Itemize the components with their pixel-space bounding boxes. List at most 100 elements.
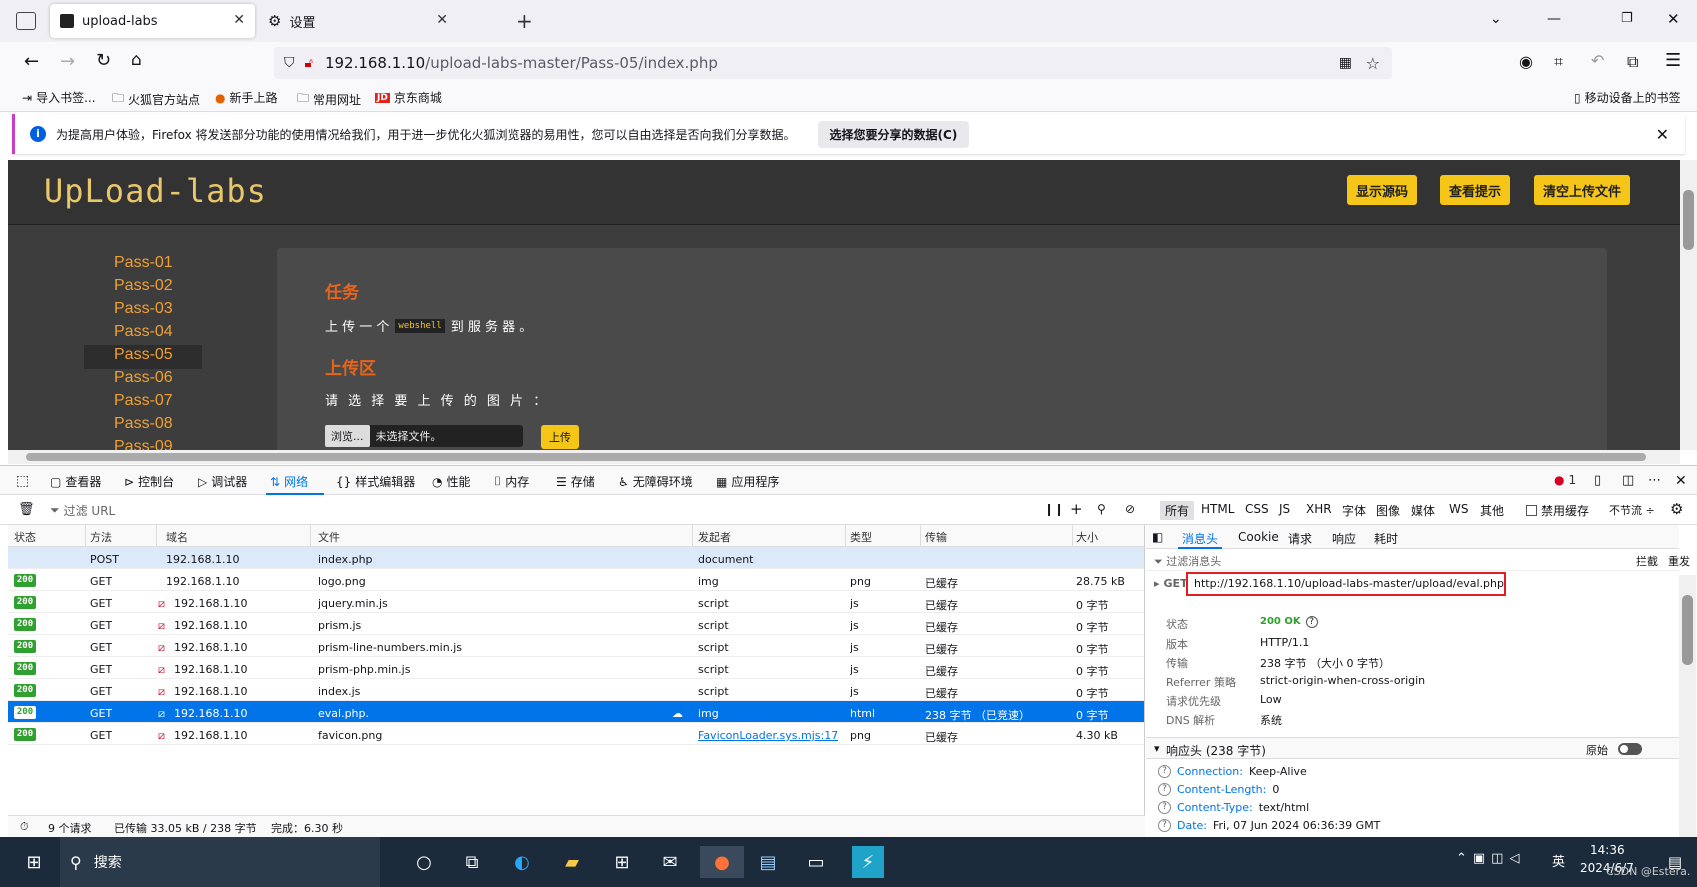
help-icon[interactable]: ? (1305, 616, 1318, 628)
col-domain[interactable]: 域名 (166, 529, 188, 545)
window-close-icon[interactable]: ✕ (1667, 10, 1680, 28)
col-transfer[interactable]: 传输 (925, 529, 947, 545)
undo-icon[interactable]: ↶ (1591, 51, 1604, 70)
url-bar[interactable]: ⛉ 🔓︎ 192.168.1.10/upload-labs-master/Pas… (274, 47, 1392, 79)
account-icon[interactable]: ◉ (1519, 52, 1533, 71)
throttle-select[interactable]: 不节流 ÷ (1609, 502, 1655, 518)
qr-code-icon[interactable]: ▦ (1339, 55, 1352, 71)
request-url[interactable]: http://192.168.1.10/upload-labs-master/u… (1186, 572, 1506, 596)
store-icon[interactable]: ⊞ (606, 846, 638, 878)
pass-link[interactable]: Pass-04 (114, 323, 173, 341)
tab-headers[interactable]: 消息头 (1182, 530, 1218, 547)
more-options-icon[interactable]: ⋯ (1648, 473, 1661, 488)
tab-accessibility[interactable]: ♿︎ 无障碍环境 (618, 473, 693, 490)
show-source-button[interactable]: 显示源码 (1347, 175, 1417, 205)
menu-icon[interactable]: ☰ (1665, 50, 1681, 71)
filter-fonts[interactable]: 字体 (1342, 502, 1366, 519)
new-tab-icon[interactable]: + (516, 9, 533, 33)
tray-icons[interactable]: ⌃▣◫◁ (1456, 851, 1525, 866)
upload-button[interactable]: 上传 (541, 425, 579, 449)
clock-time[interactable]: 14:36 (1590, 843, 1625, 857)
pass-link-active[interactable]: Pass-05 (114, 346, 173, 364)
scroll-thumb[interactable] (1683, 190, 1694, 250)
close-devtools-icon[interactable]: ✕ (1675, 473, 1687, 489)
insecure-lock-icon[interactable]: 🔓︎ (305, 56, 313, 71)
filter-js[interactable]: JS (1279, 502, 1290, 516)
tab-upload-labs[interactable]: upload-labs ✕ (50, 4, 255, 38)
list-all-tabs-icon[interactable]: ⌄ (1490, 11, 1502, 27)
bookmark-star-icon[interactable]: ☆ (1366, 54, 1380, 73)
windows-start-icon[interactable]: ⊞ (18, 846, 50, 878)
table-row[interactable]: 200 GET ⧄ 192.168.1.10 prism.js script js 已缓存 0 … (8, 613, 1144, 635)
table-row[interactable]: 200 GET ⧄ 192.168.1.10 favicon.png FaviconLoa… (8, 723, 1144, 745)
col-size[interactable]: 大小 (1076, 529, 1098, 545)
tab-overview-icon[interactable] (16, 12, 36, 30)
crop-screenshot-icon[interactable]: ⌗ (1554, 52, 1563, 72)
filter-html[interactable]: HTML (1201, 502, 1234, 516)
forward-icon[interactable]: → (60, 51, 75, 72)
reload-icon[interactable]: ↻ (96, 50, 111, 71)
responsive-mode-icon[interactable]: ▯ (1594, 473, 1601, 488)
pass-link[interactable]: Pass-07 (114, 392, 173, 410)
filter-ws[interactable]: WS (1449, 502, 1468, 516)
close-notification-icon[interactable]: ✕ (1656, 125, 1669, 144)
table-row[interactable]: 200 GET 192.168.1.10 logo.png img png 已缓存 28.75… (8, 569, 1144, 591)
table-row[interactable]: 200 GET ⧄ 192.168.1.10 eval.php. ☁ img html 238 … (8, 701, 1144, 723)
raw-toggle[interactable] (1618, 743, 1642, 755)
tab-response[interactable]: 响应 (1332, 530, 1356, 547)
col-method[interactable]: 方法 (90, 529, 112, 545)
tab-network[interactable]: ⇅ 网络 (270, 473, 308, 490)
pass-link[interactable]: Pass-01 (114, 254, 173, 272)
extensions-icon[interactable]: ⧉ (1627, 52, 1638, 72)
filter-other[interactable]: 其他 (1480, 502, 1504, 519)
error-count[interactable]: ● 1 (1554, 473, 1576, 487)
edge-icon[interactable]: ◐ (506, 846, 538, 878)
tab-debugger[interactable]: ▷ 调试器 (198, 473, 247, 490)
notification-center-icon[interactable]: ▤ (1660, 846, 1690, 878)
mobile-bookmarks[interactable]: ▯ 移动设备上的书签 (1574, 89, 1681, 106)
add-icon[interactable]: + (1070, 500, 1083, 518)
pass-link[interactable]: Pass-03 (114, 300, 173, 318)
page-horizontal-scrollbar[interactable] (8, 450, 1680, 464)
table-row[interactable]: 200 GET ⧄ 192.168.1.10 jquery.min.js script js… (8, 591, 1144, 613)
details-scrollbar[interactable] (1679, 575, 1696, 837)
bookmark-import[interactable]: ⇥ 导入书签... (22, 89, 96, 106)
col-status[interactable]: 状态 (14, 529, 36, 545)
app-icon[interactable]: ⚡︎ (852, 846, 884, 878)
scroll-thumb[interactable] (26, 453, 1646, 461)
browse-button[interactable]: 浏览... (325, 425, 370, 447)
terminal-icon[interactable]: ▭ (800, 846, 832, 878)
tab-style-editor[interactable]: {} 样式编辑器 (336, 473, 415, 490)
firefox-taskbar-icon[interactable]: ● (700, 846, 744, 878)
mail-icon[interactable]: ✉ (654, 846, 686, 878)
pass-link[interactable]: Pass-02 (114, 277, 173, 295)
tab-settings[interactable]: ⚙ 设置 ✕ (258, 4, 458, 38)
scroll-thumb[interactable] (1682, 595, 1693, 665)
minimize-icon[interactable]: — (1547, 11, 1561, 27)
share-data-button[interactable]: 选择您要分享的数据(C) (817, 120, 970, 148)
tab-memory[interactable]: ⌷ 内存 (494, 473, 529, 490)
table-row[interactable]: 200 GET ⧄ 192.168.1.10 prism-php.min.js scrip… (8, 657, 1144, 679)
tab-performance[interactable]: ◔ 性能 (432, 473, 471, 490)
help-icon[interactable]: ? (1158, 783, 1171, 796)
bookmark-jd[interactable]: JD 京东商城 (375, 89, 442, 106)
filter-images[interactable]: 图像 (1376, 502, 1400, 519)
pass-link[interactable]: Pass-08 (114, 415, 173, 433)
filter-headers-input[interactable]: ⏷ 过滤消息头 (1154, 553, 1221, 569)
close-tab-icon[interactable]: ✕ (233, 12, 245, 28)
table-row[interactable]: 200 GET ⧄ 192.168.1.10 index.js script js 已缓存 0 … (8, 679, 1144, 701)
task-view-icon[interactable]: ⧉ (456, 846, 488, 878)
network-app-icon[interactable]: ▤ (752, 846, 784, 878)
filter-url-input[interactable]: ⏷ 过滤 URL (50, 502, 115, 519)
close-tab-icon[interactable]: ✕ (436, 12, 448, 28)
shield-icon[interactable]: ⛉ (284, 55, 295, 71)
file-explorer-icon[interactable]: ▰ (556, 846, 588, 878)
col-initiator[interactable]: 发起者 (698, 529, 731, 545)
expand-arrow-icon[interactable]: ▸ (1154, 577, 1160, 590)
clear-uploads-button[interactable]: 清空上传文件 (1534, 175, 1630, 205)
element-picker-icon[interactable]: ⬚ (16, 473, 29, 489)
filter-media[interactable]: 媒体 (1411, 502, 1435, 519)
file-input[interactable]: 浏览... 未选择文件。 (325, 425, 523, 447)
table-row[interactable]: 200 GET ⧄ 192.168.1.10 prism-line-numbers.mi… (8, 635, 1144, 657)
back-icon[interactable]: ← (24, 51, 39, 72)
